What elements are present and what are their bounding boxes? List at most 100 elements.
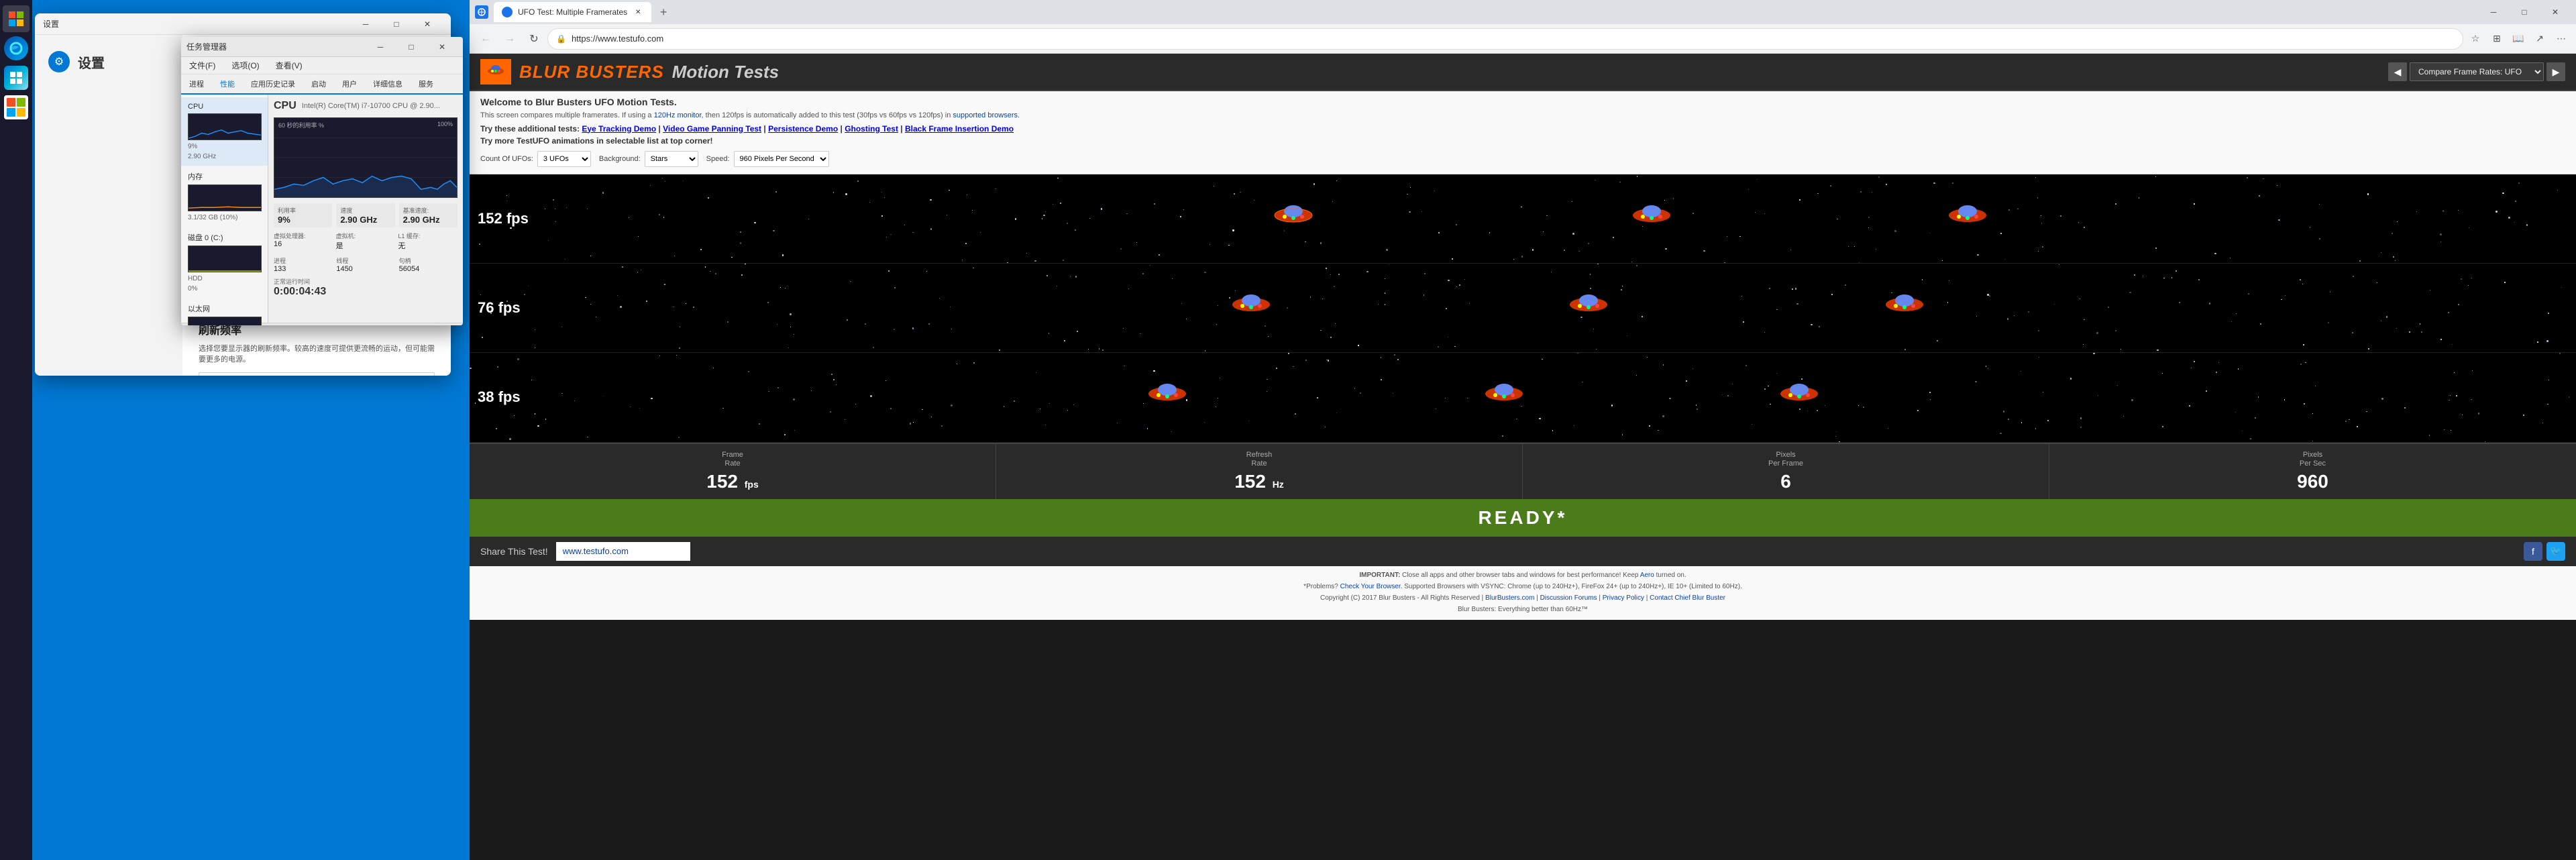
ufo-footer-aero-link[interactable]: Aero [1640,572,1654,579]
stat-frame-rate-value: 152 fps [706,471,759,492]
tm-sidebar-memory[interactable]: 内存 3.1/32 GB (10%) [181,166,268,227]
motion-tests-title: Motion Tests [672,62,779,83]
stat-ppf-value: 6 [1780,471,1791,492]
tm-tab-users[interactable]: 用户 [334,74,365,95]
taskbar-edge-icon[interactable] [3,35,30,62]
browser-refresh-button[interactable]: ↻ [523,28,545,50]
taskbar-windows-icon[interactable] [3,5,30,32]
tm-tab-services[interactable]: 服务 [411,74,441,95]
tm-cpu-big-graph: 60 秒的利用率 % 100% [274,117,458,198]
social-icons: f 🐦 [2524,542,2565,561]
tm-sidebar-disk[interactable]: 磁盘 0 (C:) HDD 0% [181,227,268,298]
tm-sidebar-cpu[interactable]: CPU 9% 2.90 GHz [181,97,268,166]
ufo-speed-select[interactable]: 960 Pixels Per Second [734,151,829,167]
refresh-rate-select[interactable]: 152.000 Hz [199,372,435,376]
address-bar[interactable]: 🔒 https://www.testufo.com [547,28,2463,50]
ufo-controls-bar: Count Of UFOs: 3 UFOs Background: Stars … [480,148,2565,170]
browser-more-button[interactable]: ⋯ [2552,30,2571,48]
browser-close-button[interactable]: ✕ [2540,0,2571,24]
browser-active-tab[interactable]: UFO Test: Multiple Framerates ✕ [494,2,651,22]
tm-cpu-sub: 9% [188,143,261,150]
tm-menu-view[interactable]: 查看(V) [273,58,305,72]
tm-maximize-button[interactable]: □ [396,37,427,58]
tm-stats-grid: 利用率 9% 速度 2.90 GHz 基准速度: 2.90 GHz [274,203,458,227]
settings-minimize-button[interactable]: ─ [350,13,381,35]
browser-share-button[interactable]: ↗ [2530,30,2549,48]
ufo-count-label: Count Of UFOs: [480,155,533,163]
browser-favicon [475,5,488,19]
ufo-footer-privacy-link[interactable]: Privacy Policy [1603,594,1644,602]
taskbar-microsoft-icon[interactable] [3,94,30,121]
tm-utilization-value: 9% [278,215,328,225]
ufo-link-video-game[interactable]: Video Game Panning Test [663,124,761,133]
ufo-link-monitor[interactable]: 120Hz monitor [654,111,702,119]
ufo-logo-icon [486,62,506,82]
tm-menu-options[interactable]: 选项(O) [229,58,262,72]
new-tab-button[interactable]: + [654,3,673,21]
ufo-footer-forums-link[interactable]: Discussion Forums [1540,594,1597,602]
ufo-welcome-desc: This screen compares multiple framerates… [480,110,2565,121]
tm-tab-startup[interactable]: 启动 [303,74,334,95]
ufo-ready-text: READY* [1479,507,1568,529]
tm-utilization-stat: 利用率 9% [274,203,332,227]
taskbar [0,0,32,860]
tm-l1-value: 无 [398,240,458,251]
ufo-nav-prev[interactable]: ◀ [2388,62,2407,81]
browser-collections-button[interactable]: ⊞ [2487,30,2506,48]
tm-tab-processes[interactable]: 进程 [181,74,212,95]
tm-tab-performance[interactable]: 性能 [212,74,243,95]
tm-virt-machine-value: 是 [336,240,396,251]
tm-l1-cache-detail: L1 缓存: 无 [398,231,458,251]
ufo-link-persistence[interactable]: Persistence Demo [768,124,838,133]
address-lock-icon: 🔒 [556,34,566,44]
tm-tab-app-history[interactable]: 应用历史记录 [243,74,303,95]
settings-home-icon[interactable]: ⚙ [48,51,70,72]
tm-disk-mini-graph [188,246,262,272]
browser-read-mode-button[interactable]: 📖 [2509,30,2528,48]
ufo-footer-bb-link[interactable]: BlurBusters.com [1485,594,1534,602]
ufo-logo-box [480,59,511,85]
browser-back-button[interactable]: ← [475,28,496,50]
tm-minimize-button[interactable]: ─ [365,37,396,58]
ufo-share-input[interactable] [556,542,690,561]
tm-tabs: 进程 性能 应用历史记录 启动 用户 详细信息 服务 [181,74,463,95]
tm-base-speed-stat: 基准速度: 2.90 GHz [399,203,458,227]
stat-ppf-label: PixelsPer Frame [1768,451,1803,468]
ufo-link-eye-tracking[interactable]: Eye Tracking Demo [582,124,656,133]
ufo-nav-next[interactable]: ▶ [2546,62,2565,81]
browser-titlebar: UFO Test: Multiple Framerates ✕ + ─ □ ✕ [470,0,2576,24]
stat-refresh-rate-value: 152 Hz [1234,471,1284,492]
tm-main-area: CPU Intel(R) Core(TM) i7-10700 CPU @ 2.9… [268,95,463,323]
ufo-speed-group: Speed: 960 Pixels Per Second [706,151,829,167]
browser-maximize-button[interactable]: □ [2509,0,2540,24]
ufo-footer-contact-link[interactable]: Contact Chief Blur Buster [1650,594,1725,602]
ufo-sprite-76-1 [1228,291,1275,325]
stat-pixels-per-sec: PixelsPer Sec 960 [2049,444,2576,499]
twitter-share-button[interactable]: 🐦 [2546,542,2565,561]
tm-tab-details[interactable]: 详细信息 [365,74,411,95]
fps-label-76: 76 fps [478,299,521,317]
browser-minimize-button[interactable]: ─ [2478,0,2509,24]
tm-titlebar: 任务管理器 ─ □ ✕ [181,37,463,57]
ufo-link-browsers[interactable]: supported browsers [953,111,1018,119]
settings-maximize-button[interactable]: □ [381,13,412,35]
ufo-footer-check-browser[interactable]: Check Your Browser [1340,583,1401,590]
ufo-link-bfi[interactable]: Black Frame Insertion Demo [905,124,1014,133]
tm-speed-label: 速度 [340,206,390,215]
tm-sidebar-ethernet[interactable]: 以太网 以太网 发送: 0 接收: 0 Kbps [181,298,268,325]
ufo-link-ghosting[interactable]: Ghosting Test [845,124,898,133]
tab-close-button[interactable]: ✕ [633,7,643,17]
tm-menu-file[interactable]: 文件(F) [186,58,218,72]
tm-threads-label: 线程 [336,256,394,265]
ufo-welcome-title: Welcome to Blur Busters UFO Motion Tests… [480,97,2565,107]
settings-close-button[interactable]: ✕ [412,13,443,35]
tm-memory-mini-graph [188,184,262,211]
tm-close-button[interactable]: ✕ [427,37,458,58]
ufo-count-select[interactable]: 3 UFOs [537,151,591,167]
ufo-compare-dropdown[interactable]: Compare Frame Rates: UFO [2410,62,2544,81]
facebook-share-button[interactable]: f [2524,542,2542,561]
browser-star-button[interactable]: ☆ [2466,30,2485,48]
browser-forward-button[interactable]: → [499,28,521,50]
taskbar-store-icon[interactable] [3,64,30,91]
ufo-background-select[interactable]: Stars [645,151,698,167]
